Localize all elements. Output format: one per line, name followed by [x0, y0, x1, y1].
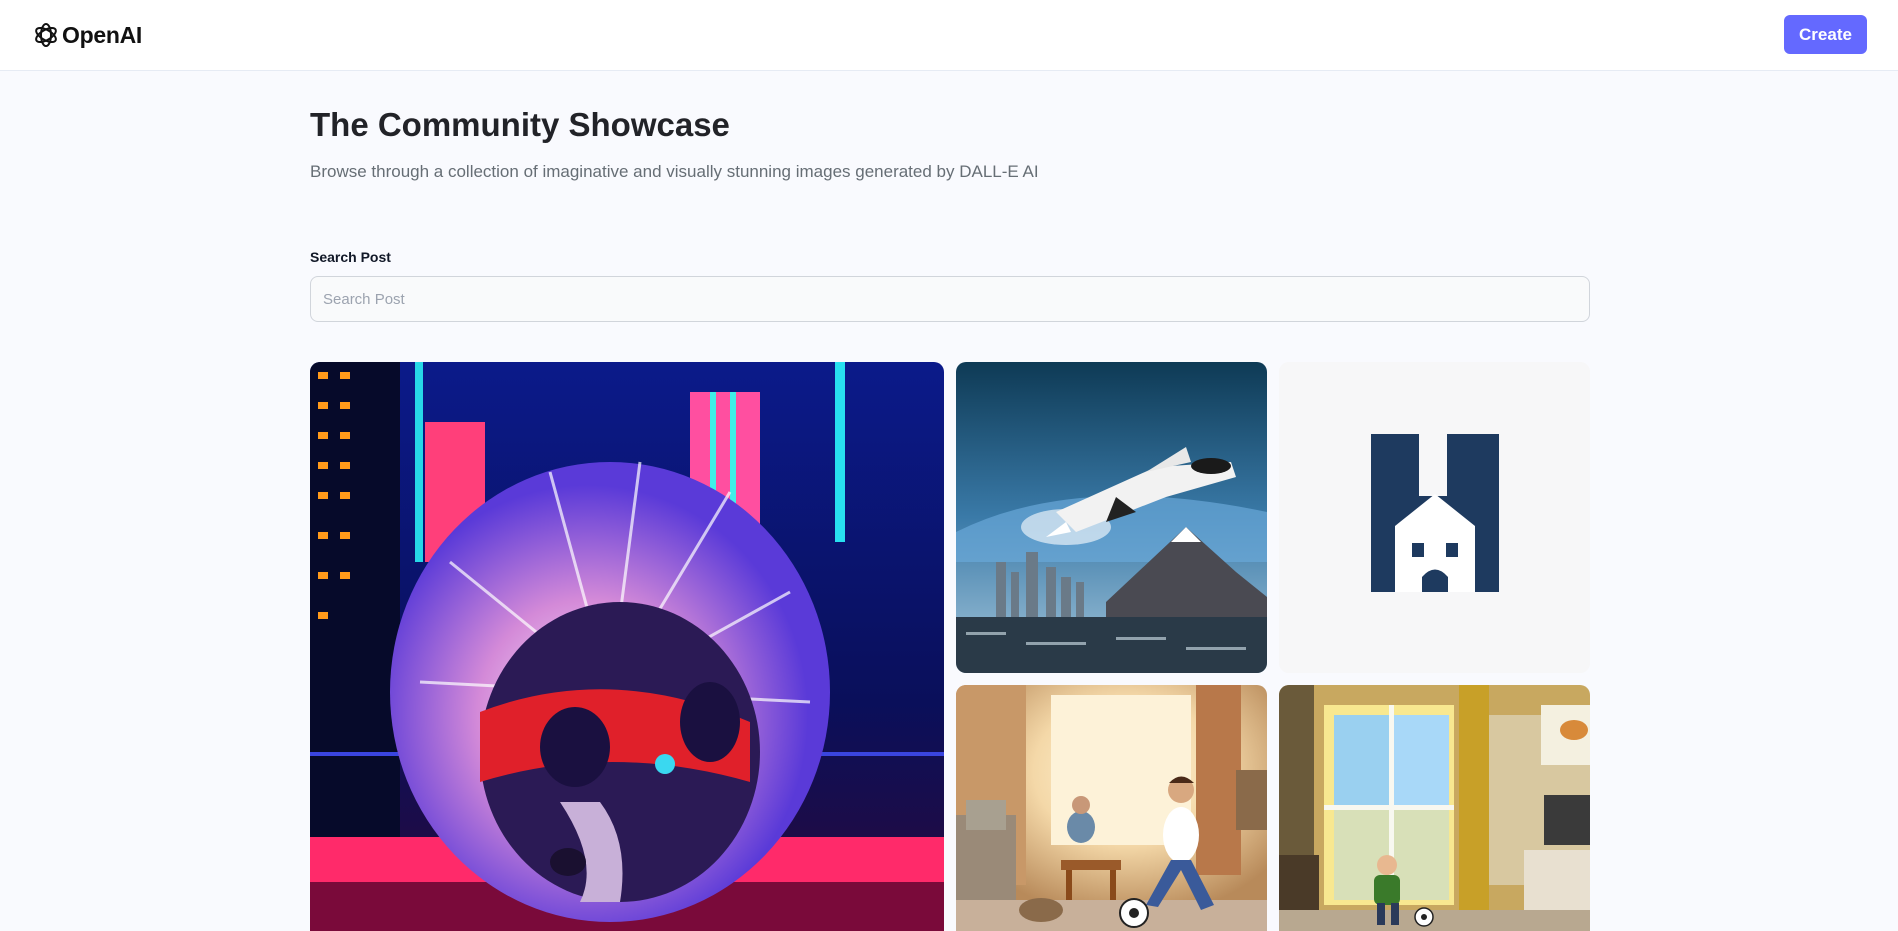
search-input[interactable]: [310, 276, 1590, 322]
logo-text: OpenAI: [62, 21, 142, 48]
create-button[interactable]: Create: [1784, 15, 1867, 54]
page-subtitle: Browse through a collection of imaginati…: [310, 162, 1039, 181]
openai-logo-icon: [35, 23, 57, 47]
child-soccer-room-image: [1279, 685, 1590, 931]
gallery-card-space-shuttle[interactable]: [956, 362, 1267, 673]
gallery-card-neon-hedgehog[interactable]: [310, 362, 944, 931]
top-navbar: OpenAI Create: [0, 0, 1898, 71]
search-label: Search Post: [310, 249, 391, 265]
house-logo-image: [1279, 362, 1590, 673]
space-shuttle-image: [956, 362, 1267, 673]
gallery-card-house-logo[interactable]: [1279, 362, 1590, 673]
openai-logo[interactable]: OpenAI: [32, 20, 142, 50]
page-title: The Community Showcase: [310, 106, 730, 143]
boy-soccer-image: [956, 685, 1267, 931]
neon-hedgehog-image: [310, 362, 944, 931]
gallery-card-child-soccer-room[interactable]: [1279, 685, 1590, 931]
gallery-card-boy-soccer[interactable]: [956, 685, 1267, 931]
